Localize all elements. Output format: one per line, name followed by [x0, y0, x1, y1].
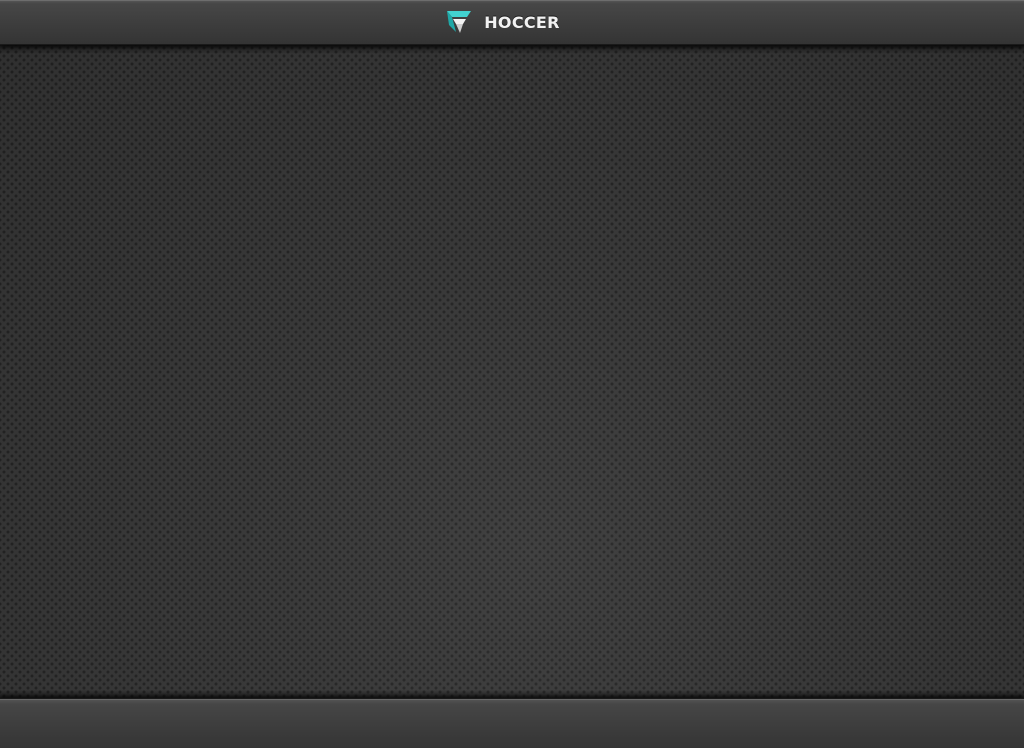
brand: HOCCER — [446, 10, 560, 34]
title-bar: HOCCER — [0, 0, 1024, 45]
bottom-toolbar — [0, 698, 1024, 748]
main-canvas[interactable] — [0, 44, 1024, 698]
app-title: HOCCER — [484, 12, 560, 32]
app-window: HOCCER — [0, 0, 1024, 748]
hoccer-logo-icon — [446, 10, 472, 34]
